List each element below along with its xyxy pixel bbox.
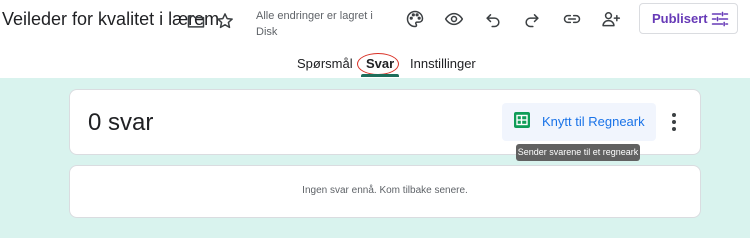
more-options-icon[interactable] bbox=[664, 110, 684, 134]
empty-message: Ingen svar ennå. Kom tilbake senere. bbox=[302, 185, 468, 196]
save-status: Alle endringer er lagret i Disk bbox=[256, 10, 373, 38]
tune-icon bbox=[710, 9, 730, 29]
eye-icon[interactable] bbox=[442, 7, 466, 31]
redo-icon[interactable] bbox=[520, 7, 544, 31]
folder-icon[interactable] bbox=[184, 9, 208, 33]
link-to-sheets-button[interactable]: Knytt til Regneark bbox=[502, 103, 656, 141]
publish-label: Publisert bbox=[652, 11, 708, 26]
tab-settings[interactable]: Innstillinger bbox=[410, 56, 476, 71]
link-icon[interactable] bbox=[560, 7, 584, 31]
response-count: 0 svar bbox=[88, 109, 154, 136]
star-icon[interactable] bbox=[213, 9, 237, 33]
palette-icon[interactable] bbox=[403, 7, 427, 31]
sheets-icon bbox=[514, 112, 530, 128]
undo-icon[interactable] bbox=[481, 7, 505, 31]
publish-button[interactable]: Publisert bbox=[639, 3, 738, 34]
active-tab-indicator bbox=[361, 74, 399, 77]
tab-responses[interactable]: Svar bbox=[366, 56, 394, 71]
sheets-button-label: Knytt til Regneark bbox=[542, 114, 645, 129]
sheets-tooltip: Sender svarene til et regneark bbox=[516, 144, 640, 161]
top-bar: Veileder for kvalitet i lærem Alle endri… bbox=[0, 0, 750, 48]
tab-questions[interactable]: Spørsmål bbox=[297, 56, 353, 71]
add-person-icon[interactable] bbox=[599, 7, 623, 31]
